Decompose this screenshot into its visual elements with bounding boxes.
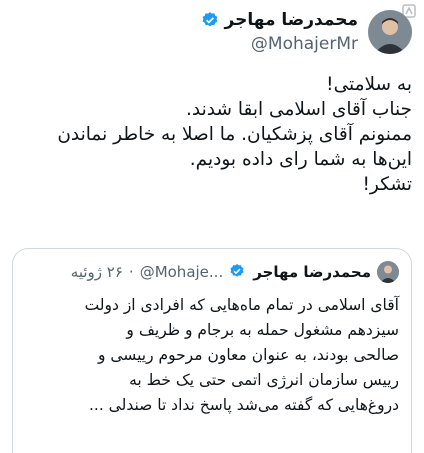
quoted-tweet-text: آقای اسلامی در تمام ماه‌هایی که افرادی ا…: [84, 296, 399, 414]
quoted-author-avatar: [377, 261, 399, 283]
quoted-author-name: محمدرضا مهاجر: [253, 263, 371, 281]
tweet-text: به سلامتی! جناب آقای اسلامی ابقا شدند. م…: [57, 74, 412, 195]
quoted-author-handle: @Mohaje...: [139, 263, 224, 281]
quoted-tweet-card[interactable]: محمدرضا مهاجر @Mohaje... · ۲۶ ژوئیه آقای…: [12, 248, 412, 453]
verified-badge-icon: [201, 11, 219, 29]
author-handle[interactable]: @MohajerMr: [201, 34, 358, 54]
quoted-tweet-header: محمدرضا مهاجر @Mohaje... · ۲۶ ژوئیه: [71, 261, 399, 283]
tweet-header: محمدرضا مهاجر @MohajerMr: [201, 10, 412, 54]
quoted-verified-badge-icon: [229, 263, 247, 281]
author-name[interactable]: محمدرضا مهاجر: [225, 10, 358, 30]
quoted-separator: ·: [128, 263, 134, 281]
author-avatar[interactable]: [368, 10, 412, 54]
quoted-date: ۲۶ ژوئیه: [70, 263, 123, 281]
